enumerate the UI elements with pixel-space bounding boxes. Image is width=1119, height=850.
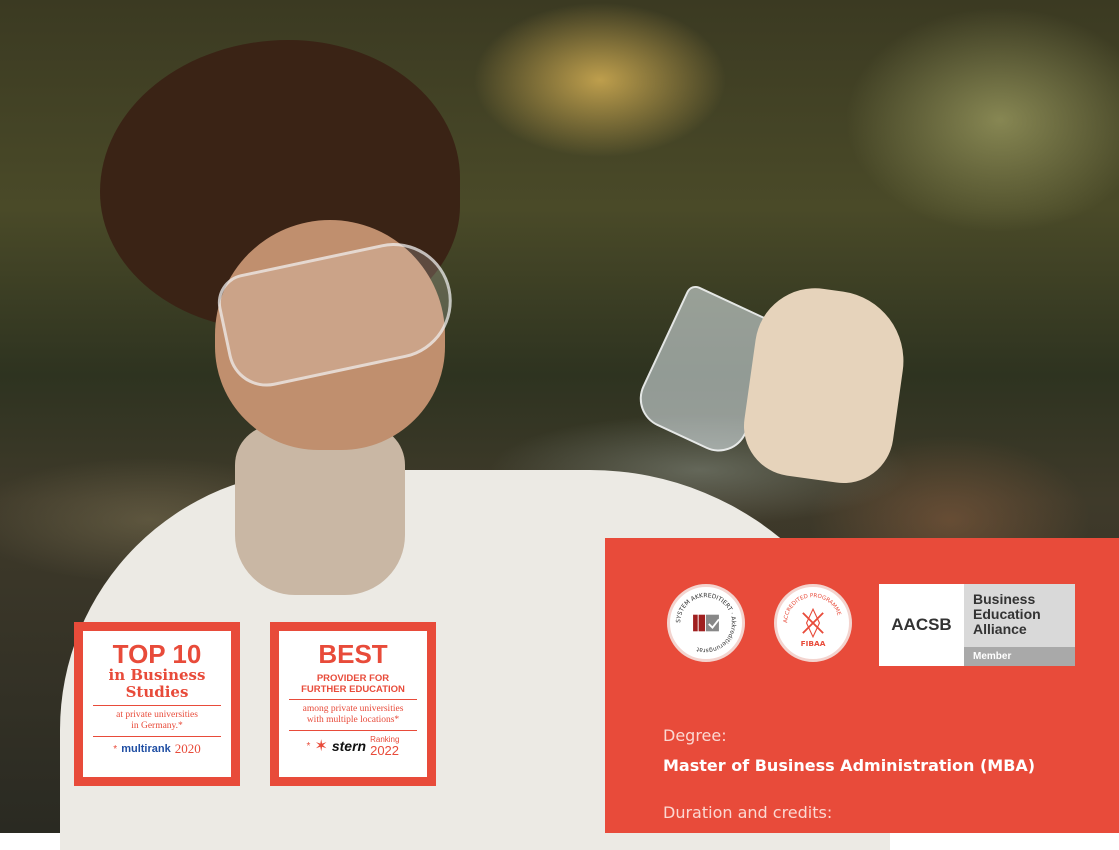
aacsb-logo: AACSB Business Education Alliance Member — [879, 584, 1075, 666]
accreditation-seal-icon: SYSTEM AKKREDITIERT · Akkreditierungsrat — [675, 592, 737, 654]
top10-footer: * multirank 2020 — [83, 741, 231, 757]
best-caps-2: FURTHER EDUCATION — [301, 684, 405, 695]
top10-note-2: in Germany.* — [131, 721, 183, 731]
best-ranking: Ranking 2022 — [370, 735, 399, 757]
top10-subtitle-2: Studies — [125, 683, 189, 701]
best-divider — [289, 699, 417, 700]
aacsb-line-3: Alliance — [973, 621, 1027, 637]
program-info-panel: SYSTEM AKKREDITIERT · Akkreditierungsrat… — [605, 538, 1119, 833]
svg-text:FIBAA: FIBAA — [801, 639, 826, 648]
degree-label: Degree: — [663, 726, 727, 745]
aacsb-line-2: Education — [973, 606, 1041, 622]
star-icon: ✶ — [314, 738, 328, 755]
person-sweater — [235, 425, 405, 595]
best-note-1: among private universities — [302, 704, 404, 714]
best-divider-2 — [289, 730, 417, 731]
aacsb-line-1: Business — [973, 591, 1036, 607]
asterisk-icon: * — [113, 743, 118, 755]
top10-badge: TOP 10 in Business Studies at private un… — [74, 622, 240, 786]
aacsb-mark: AACSB — [879, 584, 964, 666]
best-year: 2022 — [370, 743, 400, 758]
duration-label: Duration and credits: — [663, 803, 833, 822]
asterisk-icon: * — [306, 740, 311, 752]
system-accreditation-seal: SYSTEM AKKREDITIERT · Akkreditierungsrat — [667, 584, 745, 662]
top10-divider-2 — [93, 736, 221, 737]
top10-subtitle-1: in Business — [108, 666, 206, 684]
best-footer: * ✶ stern Ranking 2022 — [279, 735, 427, 757]
best-title: BEST — [318, 639, 388, 669]
top10-year: 2020 — [174, 741, 201, 756]
fibaa-seal-icon: ACCREDITED PROGRAMME FIBAA — [783, 593, 842, 648]
top10-divider — [93, 705, 221, 706]
top10-title: TOP 10 — [112, 639, 202, 669]
best-badge: BEST PROVIDER FOR FURTHER EDUCATION amon… — [270, 622, 436, 786]
svg-text:ACCREDITED PROGRAMME: ACCREDITED PROGRAMME — [783, 593, 842, 623]
fibaa-seal: ACCREDITED PROGRAMME FIBAA — [774, 584, 852, 662]
best-note-2: with multiple locations* — [306, 715, 400, 725]
degree-value: Master of Business Administration (MBA) — [663, 756, 1036, 775]
top10-note-1: at private universities — [116, 710, 198, 720]
best-caps-1: PROVIDER FOR — [316, 673, 390, 684]
multirank-logo: multirank — [121, 743, 171, 755]
stern-logo: stern — [331, 738, 367, 754]
gloved-hand — [737, 280, 913, 490]
aacsb-member-label: Member — [964, 647, 1075, 666]
aacsb-alliance: Business Education Alliance Member — [964, 584, 1075, 666]
